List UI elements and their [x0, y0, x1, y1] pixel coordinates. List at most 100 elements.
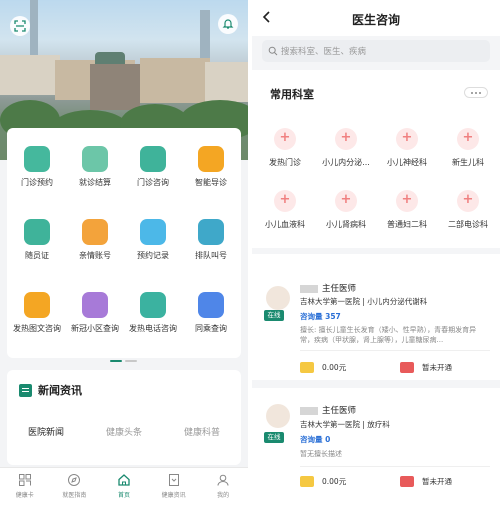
- service-location[interactable]: 新冠小区查询: [66, 292, 124, 348]
- service-invoice[interactable]: 就诊结算: [66, 146, 124, 202]
- service-guide[interactable]: 智能导诊: [182, 146, 240, 202]
- heart-icon: [82, 219, 108, 245]
- service-train[interactable]: 同乘查询: [182, 292, 240, 348]
- department-icon: [274, 128, 296, 150]
- department-item[interactable]: 小儿内分泌...: [315, 128, 377, 168]
- department-item[interactable]: 新生儿科: [437, 128, 499, 168]
- department-label: 二部电诊科: [448, 220, 488, 229]
- doctor-description: 暂无擅长描述: [300, 450, 342, 458]
- tabbar-item-health-card[interactable]: 健康卡: [0, 468, 50, 507]
- service-heart[interactable]: 亲情账号: [66, 219, 124, 275]
- search-icon: [268, 46, 278, 56]
- service-label: 预约记录: [137, 251, 169, 260]
- service-label: 发热图文咨询: [13, 324, 61, 333]
- department-label: 普通妇二科: [387, 220, 427, 229]
- notification-button[interactable]: [218, 14, 238, 34]
- service-label: 发热电话咨询: [129, 324, 177, 333]
- service-label: 门诊咨询: [137, 178, 169, 187]
- service-chat[interactable]: 门诊咨询: [124, 146, 182, 202]
- hourglass-icon: [198, 219, 224, 245]
- department-label: 小儿肾病科: [326, 220, 366, 229]
- guide-icon: [198, 146, 224, 172]
- scan-button[interactable]: [10, 16, 30, 36]
- bell-icon: [222, 19, 234, 29]
- service-message[interactable]: 发热图文咨询: [8, 292, 66, 348]
- department-item[interactable]: 发热门诊: [254, 128, 316, 168]
- department-icon: [396, 128, 418, 150]
- consult-screen: 医生咨询 搜索科室、医生、疾病 常用科室 发热门诊 小儿内分泌... 小儿神经科 新生…: [252, 0, 500, 507]
- department-icon: [457, 128, 479, 150]
- service-folder[interactable]: 预约记录: [124, 219, 182, 275]
- tabbar-item-health-news[interactable]: 健康资讯: [149, 468, 199, 507]
- text-consult-option[interactable]: 0.00元: [300, 476, 346, 487]
- department-item[interactable]: 二部电诊科: [437, 190, 499, 230]
- doctor-name: 主任医师: [300, 404, 356, 416]
- video-consult-option[interactable]: 暂未开通: [400, 476, 452, 487]
- service-hourglass[interactable]: 排队叫号: [182, 219, 240, 275]
- doctor-description: 擅长: 擅长儿童生长发育（矮小、性早熟），青春期发育异常，疾病（甲状腺，肾上腺等…: [300, 326, 477, 344]
- tabbar-item-guide[interactable]: 就医指南: [50, 468, 100, 507]
- card-icon: [18, 474, 31, 486]
- scan-icon: [14, 20, 26, 32]
- doctor-hospital: 吉林大学第一医院 | 放疗科: [300, 420, 390, 429]
- search-placeholder: 搜索科室、医生、疾病: [281, 47, 367, 57]
- services-grid: 门诊预约 就诊结算 门诊咨询 智能导诊随员证 亲情账号 预约记录 排队叫号发热图文咨询 新冠小…: [7, 128, 241, 358]
- department-label: 发热门诊: [269, 158, 301, 167]
- service-phone[interactable]: 发热电话咨询: [124, 292, 182, 348]
- department-item[interactable]: 小儿神经科: [376, 128, 438, 168]
- doctor-card[interactable]: 在线 主任医师 吉林大学第一医院 | 放疗科 咨询量 0 暂无擅长描述 0.00…: [252, 388, 500, 507]
- department-item[interactable]: 小儿血液科: [254, 190, 316, 230]
- service-label: 随员证: [25, 251, 49, 260]
- video-consult-option[interactable]: 暂未开通: [400, 362, 452, 373]
- video-icon: [400, 362, 414, 373]
- service-label: 新冠小区查询: [71, 324, 119, 333]
- search-input[interactable]: 搜索科室、医生、疾病: [262, 40, 490, 62]
- tabbar-item-mine[interactable]: 我的: [198, 468, 248, 507]
- tab-health-headlines[interactable]: 健康头条: [85, 425, 163, 438]
- service-calendar[interactable]: 门诊预约: [8, 146, 66, 202]
- service-label: 就诊结算: [79, 178, 111, 187]
- status-badge: 在线: [264, 310, 284, 321]
- department-icon: [274, 190, 296, 212]
- service-badge[interactable]: 随员证: [8, 219, 66, 275]
- train-icon: [198, 292, 224, 318]
- text-consult-option[interactable]: 0.00元: [300, 362, 346, 373]
- consult-count: 咨询量 357: [300, 312, 341, 321]
- tab-hospital-news[interactable]: 医院新闻: [7, 425, 85, 442]
- status-badge: 在线: [264, 432, 284, 443]
- doctor-card[interactable]: 在线 主任医师 吉林大学第一医院 | 小儿内分泌代谢科 咨询量 357 擅长: …: [252, 254, 500, 380]
- doctor-avatar: [266, 404, 290, 428]
- department-icon: [396, 190, 418, 212]
- text-consult-icon: [300, 362, 314, 373]
- department-icon: [335, 190, 357, 212]
- user-icon: [217, 474, 229, 486]
- phone-icon: [140, 292, 166, 318]
- doctor-name: 主任医师: [300, 282, 356, 294]
- location-icon: [82, 292, 108, 318]
- service-label: 排队叫号: [195, 251, 227, 260]
- tab-health-science[interactable]: 健康科普: [163, 425, 241, 438]
- common-departments-title: 常用科室: [270, 88, 314, 101]
- department-icon: [457, 190, 479, 212]
- invoice-icon: [82, 146, 108, 172]
- department-item[interactable]: 普通妇二科: [376, 190, 438, 230]
- news-icon: [19, 383, 32, 397]
- department-label: 小儿血液科: [265, 220, 305, 229]
- department-icon: [335, 128, 357, 150]
- more-button[interactable]: [464, 87, 488, 98]
- badge-icon: [24, 219, 50, 245]
- bottom-tabbar: 健康卡 就医指南 首页 健康资讯 我的: [0, 467, 248, 507]
- service-label: 门诊预约: [21, 178, 53, 187]
- text-consult-icon: [300, 476, 314, 487]
- folder-icon: [140, 219, 166, 245]
- department-item[interactable]: 小儿肾病科: [315, 190, 377, 230]
- department-label: 新生儿科: [452, 158, 484, 167]
- tabbar-item-home[interactable]: 首页: [99, 468, 149, 507]
- home-icon: [118, 474, 130, 486]
- news-title: 新闻资讯: [38, 384, 82, 397]
- news-tabs: 医院新闻 健康头条 健康科普: [7, 425, 241, 442]
- video-icon: [400, 476, 414, 487]
- department-label: 小儿内分泌...: [322, 158, 370, 167]
- carousel-indicator: [110, 360, 137, 362]
- message-icon: [24, 292, 50, 318]
